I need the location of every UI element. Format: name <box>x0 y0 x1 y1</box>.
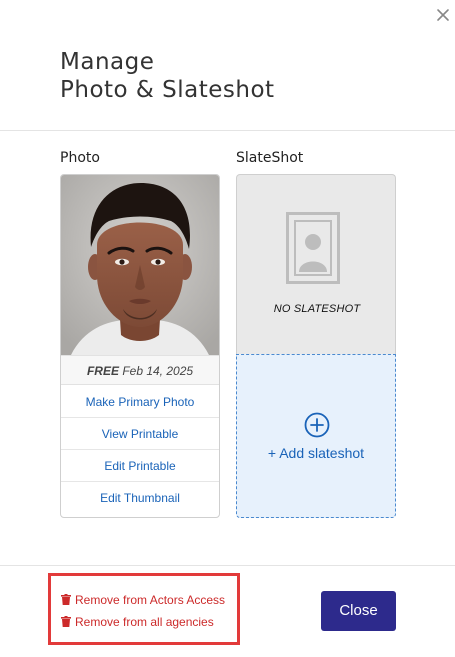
no-slateshot-text: NO SLATESHOT <box>273 303 361 315</box>
trash-icon <box>61 594 71 605</box>
slateshot-column-label: SlateShot <box>236 150 304 166</box>
remove-from-actors-access-label: Remove from Actors Access <box>75 593 226 607</box>
photo-column-label: Photo <box>60 150 100 166</box>
title-line-1: Manage <box>60 49 155 75</box>
view-printable-link[interactable]: View Printable <box>61 418 219 450</box>
trash-icon <box>61 616 71 627</box>
free-badge: FREE <box>86 364 119 378</box>
title-line-2: Photo & Slateshot <box>60 77 275 103</box>
remove-from-all-agencies-label: Remove from all agencies <box>75 615 214 629</box>
make-primary-photo-link[interactable]: Make Primary Photo <box>61 386 219 418</box>
portrait-placeholder-icon <box>286 212 340 284</box>
page-title: Manage Photo & Slateshot <box>60 48 275 104</box>
footer-divider <box>0 565 455 566</box>
close-button[interactable]: Close <box>321 591 396 631</box>
plus-circle-icon <box>304 412 330 438</box>
slateshot-card: NO SLATESHOT + Add slateshot <box>236 174 396 518</box>
close-icon[interactable] <box>434 6 452 24</box>
remove-from-actors-access-link[interactable]: Remove from Actors Access <box>61 593 225 607</box>
add-slateshot-button[interactable]: + Add slateshot <box>236 354 396 518</box>
edit-thumbnail-link[interactable]: Edit Thumbnail <box>61 482 219 514</box>
slateshot-placeholder: NO SLATESHOT <box>236 174 396 354</box>
photo-card: FREE Feb 14, 2025 Make Primary Photo Vie… <box>60 174 220 518</box>
photo-meta: FREE Feb 14, 2025 <box>61 355 219 385</box>
headshot-photo[interactable] <box>61 175 219 355</box>
add-slateshot-label: + Add slateshot <box>267 445 365 461</box>
edit-printable-link[interactable]: Edit Printable <box>61 450 219 482</box>
remove-actions-highlight: Remove from Actors Access Remove from al… <box>48 573 240 645</box>
photo-date: Feb 14, 2025 <box>122 364 194 378</box>
header-divider <box>0 130 455 131</box>
remove-from-all-agencies-link[interactable]: Remove from all agencies <box>61 615 214 629</box>
